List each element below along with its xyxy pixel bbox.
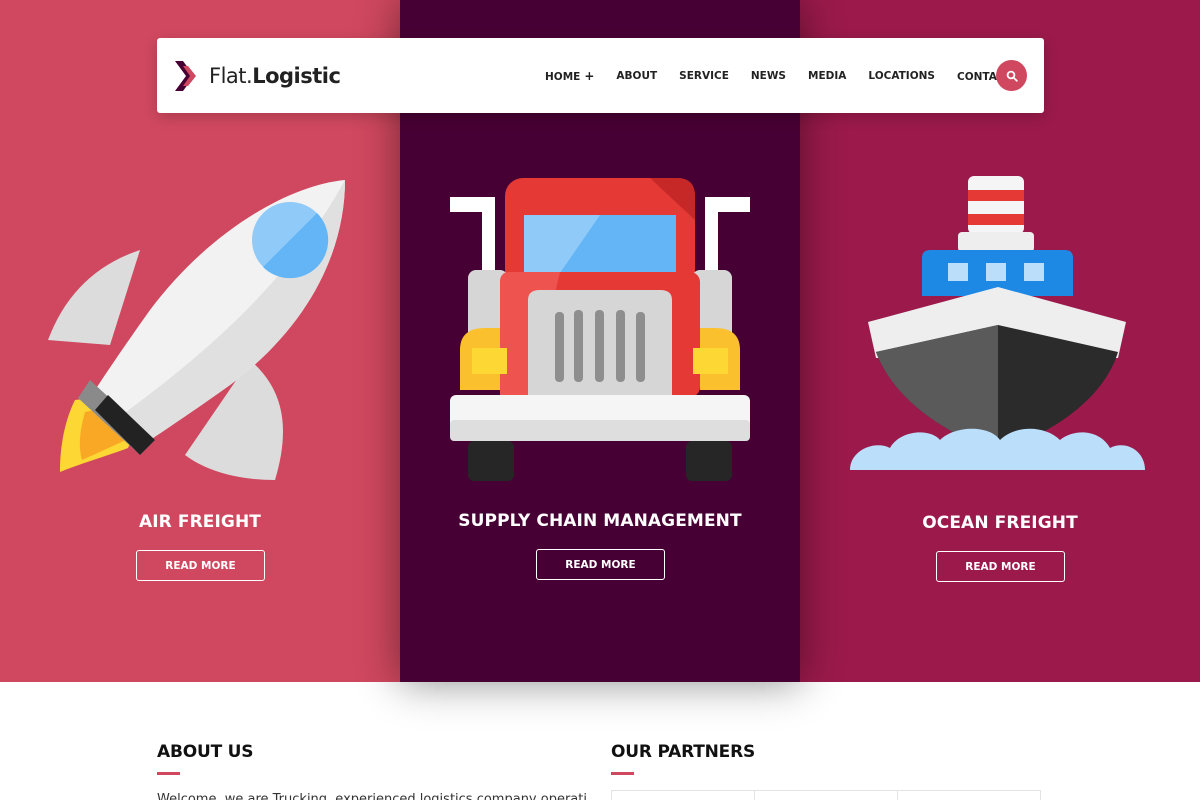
- main-navbar: Flat.Logistic HOME + ABOUT SERVICE NEWS M…: [157, 38, 1044, 113]
- nav-item-news[interactable]: NEWS: [751, 70, 786, 82]
- nav-item-service[interactable]: SERVICE: [679, 70, 729, 82]
- logo-text-bold: Logistic: [252, 64, 341, 88]
- nav-item-locations[interactable]: LOCATIONS: [868, 70, 935, 82]
- partners-grid-divider: [754, 791, 755, 800]
- search-button[interactable]: [996, 60, 1027, 91]
- partners-grid: [611, 790, 1041, 800]
- chevron-logo-icon: [175, 61, 196, 91]
- read-more-button[interactable]: READ MORE: [536, 549, 665, 580]
- logo[interactable]: Flat.Logistic: [174, 60, 341, 92]
- nav-item-media[interactable]: MEDIA: [808, 70, 846, 82]
- nav-item-label: SERVICE: [679, 70, 729, 82]
- service-title: AIR FREIGHT: [138, 512, 261, 532]
- logo-text: Flat.Logistic: [209, 64, 341, 88]
- nav-item-label: MEDIA: [808, 70, 847, 82]
- partners-grid-divider: [897, 791, 898, 800]
- logo-text-light: Flat.: [209, 64, 253, 88]
- read-more-button[interactable]: READ MORE: [136, 550, 265, 581]
- search-icon: [1006, 70, 1018, 82]
- nav-item-about[interactable]: ABOUT: [616, 70, 657, 82]
- plus-icon: +: [584, 69, 595, 83]
- nav-item-label: NEWS: [750, 70, 786, 82]
- partners-title-underline: [611, 772, 634, 775]
- partners-title: OUR PARTNERS: [611, 742, 756, 762]
- nav-item-label: HOME: [545, 71, 581, 83]
- nav-item-home[interactable]: HOME +: [545, 69, 594, 83]
- nav-item-label: ABOUT: [616, 70, 658, 82]
- about-text: Welcome, we are Trucking, experienced lo…: [157, 792, 587, 800]
- service-title: OCEAN FREIGHT: [922, 513, 1078, 533]
- nav-menu: HOME + ABOUT SERVICE NEWS MEDIA LOCATIONS…: [545, 68, 1048, 84]
- service-title: SUPPLY CHAIN MANAGEMENT: [458, 511, 742, 531]
- read-more-button[interactable]: READ MORE: [936, 551, 1065, 582]
- about-title-underline: [157, 772, 180, 775]
- about-title: ABOUT US: [157, 742, 254, 762]
- nav-item-label: LOCATIONS: [868, 70, 935, 82]
